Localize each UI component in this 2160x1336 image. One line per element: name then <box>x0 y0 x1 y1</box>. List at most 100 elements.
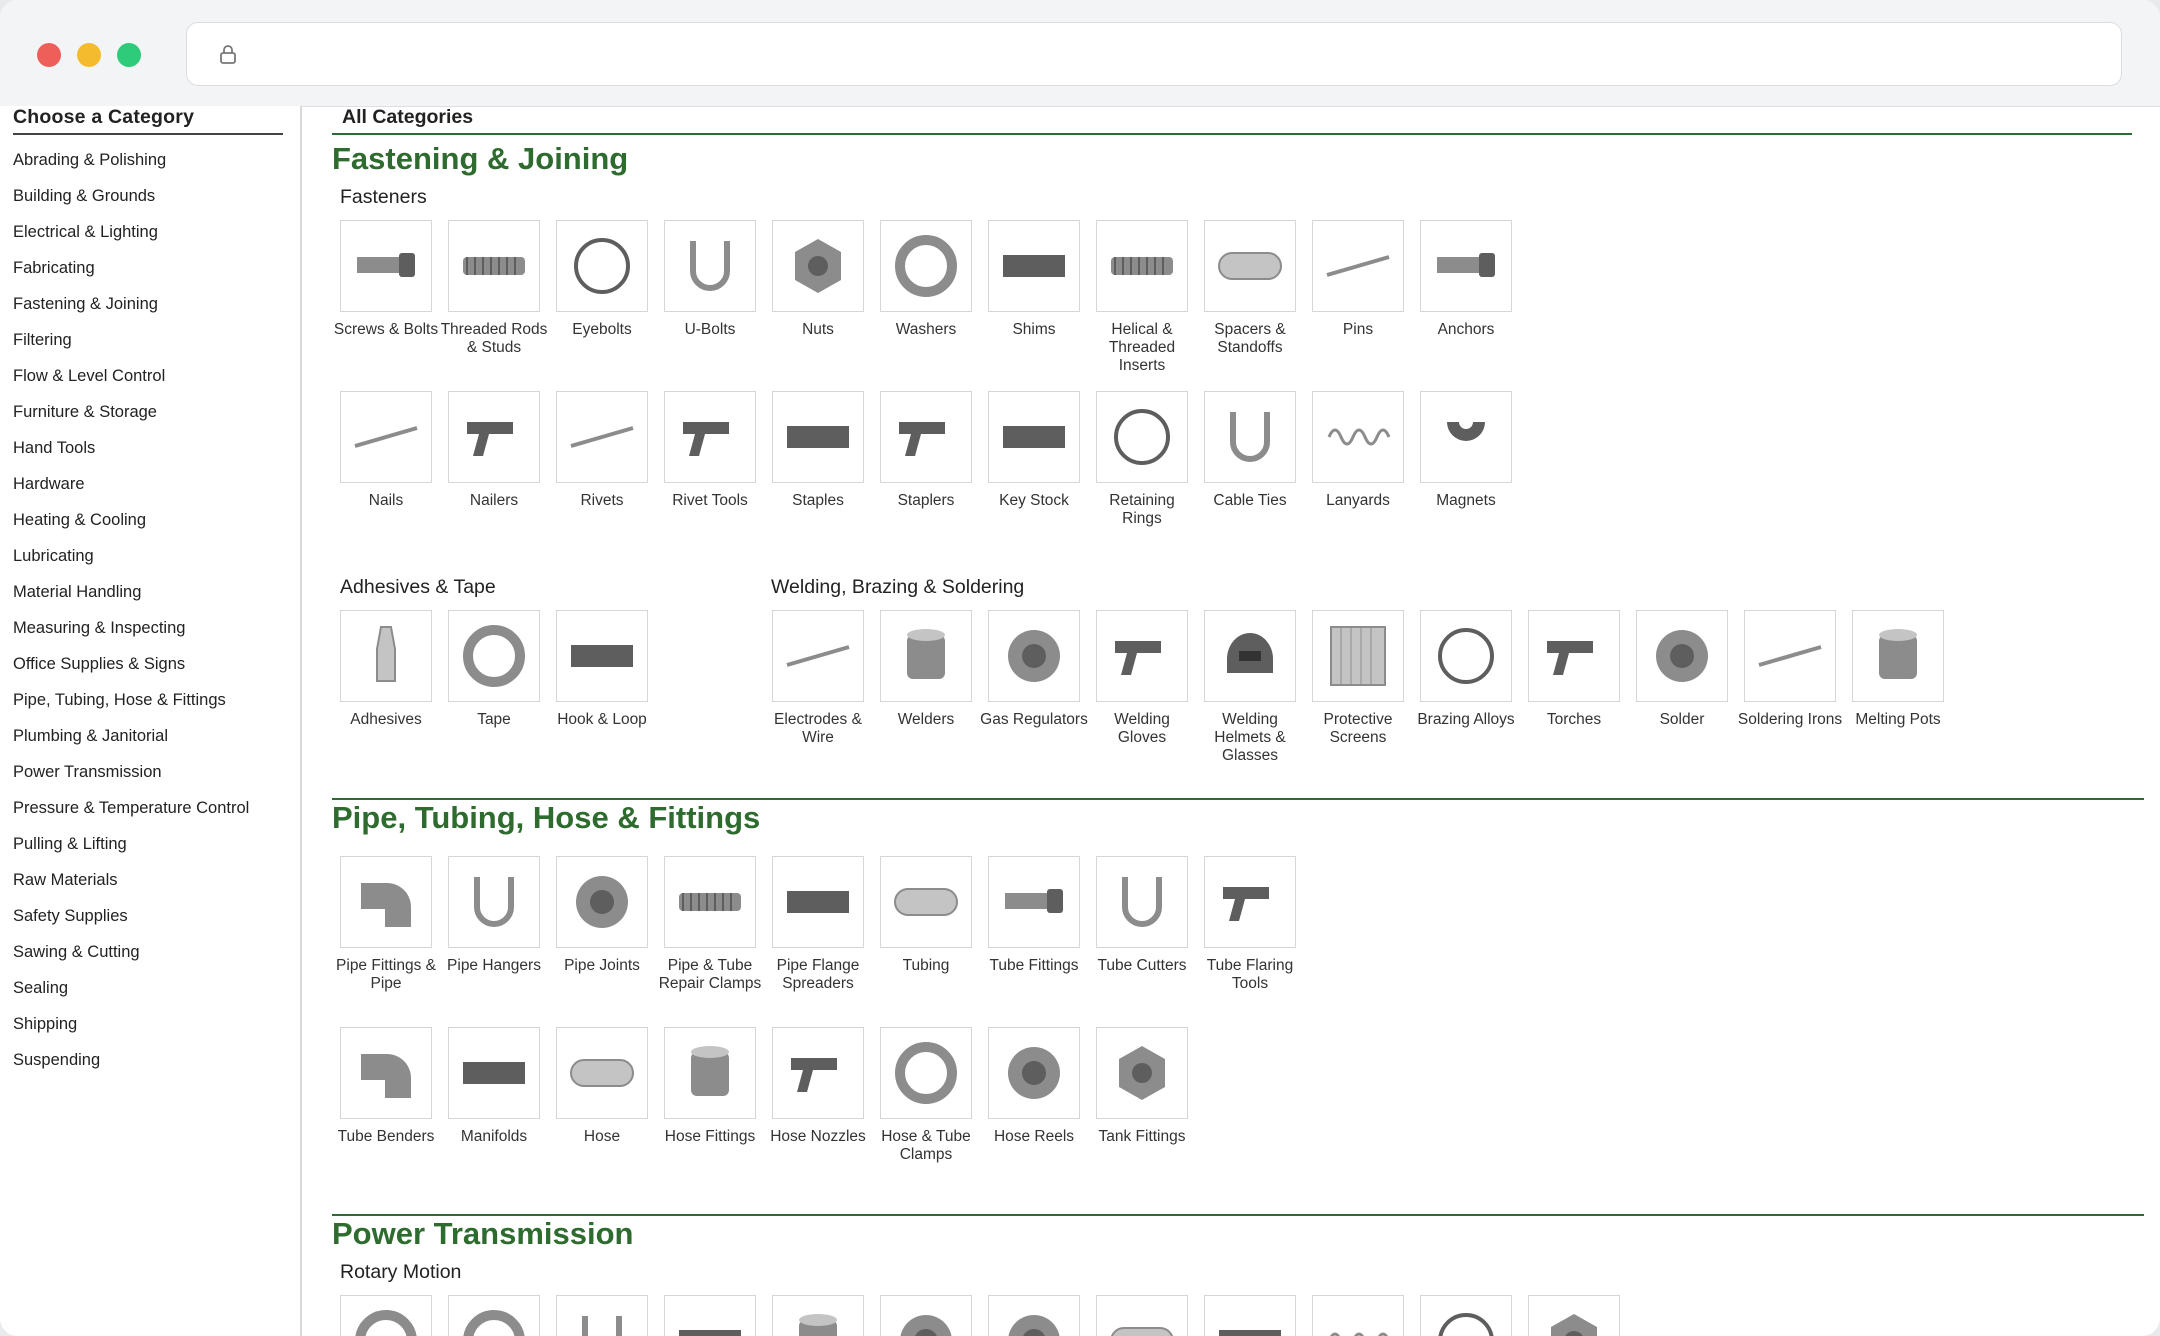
category-tile-label[interactable]: Hose Reels <box>980 1128 1088 1146</box>
maximize-window-button[interactable] <box>117 43 141 67</box>
category-tile[interactable]: Electrodes & Wire <box>764 610 872 747</box>
sidebar-item-11[interactable]: Lubricating <box>13 538 249 574</box>
category-tile[interactable]: Staples <box>764 391 872 510</box>
category-tile-label[interactable]: Hose & Tube Clamps <box>872 1128 980 1164</box>
category-tile-label[interactable]: Soldering Irons <box>1736 711 1844 729</box>
category-tile-label[interactable]: Staples <box>764 492 872 510</box>
category-tile-label[interactable]: Brazing Alloys <box>1412 711 1520 729</box>
category-tile-image[interactable] <box>448 610 540 702</box>
category-tile[interactable]: Tube Fittings <box>980 856 1088 975</box>
category-tile[interactable] <box>1196 1295 1304 1336</box>
category-tile-image[interactable] <box>1204 220 1296 312</box>
category-tile-image[interactable] <box>448 1027 540 1119</box>
category-tile-label[interactable]: Staplers <box>872 492 980 510</box>
category-tile-image[interactable] <box>1636 610 1728 702</box>
category-tile[interactable]: Lanyards <box>1304 391 1412 510</box>
category-tile[interactable] <box>1520 1295 1628 1336</box>
category-tile-label[interactable]: Screws & Bolts <box>332 321 440 339</box>
category-tile-image[interactable] <box>1312 610 1404 702</box>
category-tile[interactable]: Soldering Irons <box>1736 610 1844 729</box>
category-tile-label[interactable]: Nailers <box>440 492 548 510</box>
sidebar-item-17[interactable]: Power Transmission <box>13 754 249 790</box>
category-tile-image[interactable] <box>988 610 1080 702</box>
group-title-fasteners[interactable]: Fasteners <box>340 186 427 209</box>
category-tile-label[interactable]: Threaded Rods & Studs <box>440 321 548 357</box>
sidebar-item-15[interactable]: Pipe, Tubing, Hose & Fittings <box>13 682 249 718</box>
category-tile-image[interactable] <box>556 1027 648 1119</box>
category-tile-label[interactable]: Eyebolts <box>548 321 656 339</box>
sidebar-item-12[interactable]: Material Handling <box>13 574 249 610</box>
category-tile[interactable]: Pipe Flange Spreaders <box>764 856 872 993</box>
sidebar-item-14[interactable]: Office Supplies & Signs <box>13 646 249 682</box>
category-tile-label[interactable]: Magnets <box>1412 492 1520 510</box>
category-tile[interactable]: Pipe Fittings & Pipe <box>332 856 440 993</box>
sidebar-item-9[interactable]: Hardware <box>13 466 249 502</box>
minimize-window-button[interactable] <box>77 43 101 67</box>
sidebar-item-1[interactable]: Building & Grounds <box>13 178 249 214</box>
category-tile-image[interactable] <box>988 391 1080 483</box>
category-tile-label[interactable]: Torches <box>1520 711 1628 729</box>
category-tile[interactable]: Staplers <box>872 391 980 510</box>
category-tile-image[interactable] <box>664 391 756 483</box>
category-tile-image[interactable] <box>772 391 864 483</box>
category-tile[interactable]: Manifolds <box>440 1027 548 1146</box>
category-tile[interactable]: Washers <box>872 220 980 339</box>
sidebar-item-16[interactable]: Plumbing & Janitorial <box>13 718 249 754</box>
category-tile[interactable]: Hose Fittings <box>656 1027 764 1146</box>
category-tile[interactable]: Helical & Threaded Inserts <box>1088 220 1196 375</box>
section-title-fastening-joining[interactable]: Fastening & Joining <box>332 141 628 177</box>
category-tile-label[interactable]: Hose Fittings <box>656 1128 764 1146</box>
category-tile-image[interactable] <box>664 856 756 948</box>
category-tile-label[interactable]: Pipe Flange Spreaders <box>764 957 872 993</box>
category-tile-image[interactable] <box>340 391 432 483</box>
sidebar-item-6[interactable]: Flow & Level Control <box>13 358 249 394</box>
category-tile-image[interactable] <box>1852 610 1944 702</box>
sidebar-item-25[interactable]: Suspending <box>13 1042 249 1078</box>
category-tile[interactable]: Gas Regulators <box>980 610 1088 729</box>
category-tile[interactable] <box>656 1295 764 1336</box>
category-tile[interactable]: Shims <box>980 220 1088 339</box>
sidebar-item-20[interactable]: Raw Materials <box>13 862 249 898</box>
category-tile-image[interactable] <box>340 1027 432 1119</box>
category-tile-image[interactable] <box>340 220 432 312</box>
category-tile-image[interactable] <box>340 856 432 948</box>
category-tile-image[interactable] <box>1312 1295 1404 1336</box>
sidebar-item-5[interactable]: Filtering <box>13 322 249 358</box>
category-tile[interactable]: Tubing <box>872 856 980 975</box>
category-tile[interactable]: Tube Cutters <box>1088 856 1196 975</box>
sidebar-item-0[interactable]: Abrading & Polishing <box>13 142 249 178</box>
category-tile[interactable]: Welding Gloves <box>1088 610 1196 747</box>
category-tile-label[interactable]: Key Stock <box>980 492 1088 510</box>
category-tile-label[interactable]: Melting Pots <box>1844 711 1952 729</box>
category-tile[interactable]: Tank Fittings <box>1088 1027 1196 1146</box>
category-tile-image[interactable] <box>556 610 648 702</box>
category-tile-label[interactable]: Tube Cutters <box>1088 957 1196 975</box>
category-tile[interactable]: Nuts <box>764 220 872 339</box>
category-tile-image[interactable] <box>1096 856 1188 948</box>
category-tile[interactable] <box>1304 1295 1412 1336</box>
category-tile[interactable]: Pipe Joints <box>548 856 656 975</box>
category-tile-image[interactable] <box>1204 391 1296 483</box>
sidebar-item-3[interactable]: Fabricating <box>13 250 249 286</box>
category-tile-label[interactable]: Electrodes & Wire <box>764 711 872 747</box>
category-tile[interactable]: Nailers <box>440 391 548 510</box>
category-tile-label[interactable]: Retaining Rings <box>1088 492 1196 528</box>
category-tile-label[interactable]: Tubing <box>872 957 980 975</box>
category-tile[interactable]: Pipe Hangers <box>440 856 548 975</box>
category-tile[interactable]: Hook & Loop <box>548 610 656 729</box>
category-tile[interactable]: Tape <box>440 610 548 729</box>
category-tile-label[interactable]: Welding Gloves <box>1088 711 1196 747</box>
category-tile-image[interactable] <box>1420 220 1512 312</box>
category-tile-label[interactable]: Solder <box>1628 711 1736 729</box>
category-tile-image[interactable] <box>1096 1295 1188 1336</box>
category-tile-label[interactable]: Rivet Tools <box>656 492 764 510</box>
category-tile-image[interactable] <box>880 220 972 312</box>
category-tile-image[interactable] <box>1096 1027 1188 1119</box>
category-tile-image[interactable] <box>1096 391 1188 483</box>
category-tile[interactable]: Solder <box>1628 610 1736 729</box>
category-tile-image[interactable] <box>1096 220 1188 312</box>
category-tile-label[interactable]: Nails <box>332 492 440 510</box>
category-tile-label[interactable]: Pipe Fittings & Pipe <box>332 957 440 993</box>
category-tile-label[interactable]: Tank Fittings <box>1088 1128 1196 1146</box>
category-tile[interactable]: Welders <box>872 610 980 729</box>
